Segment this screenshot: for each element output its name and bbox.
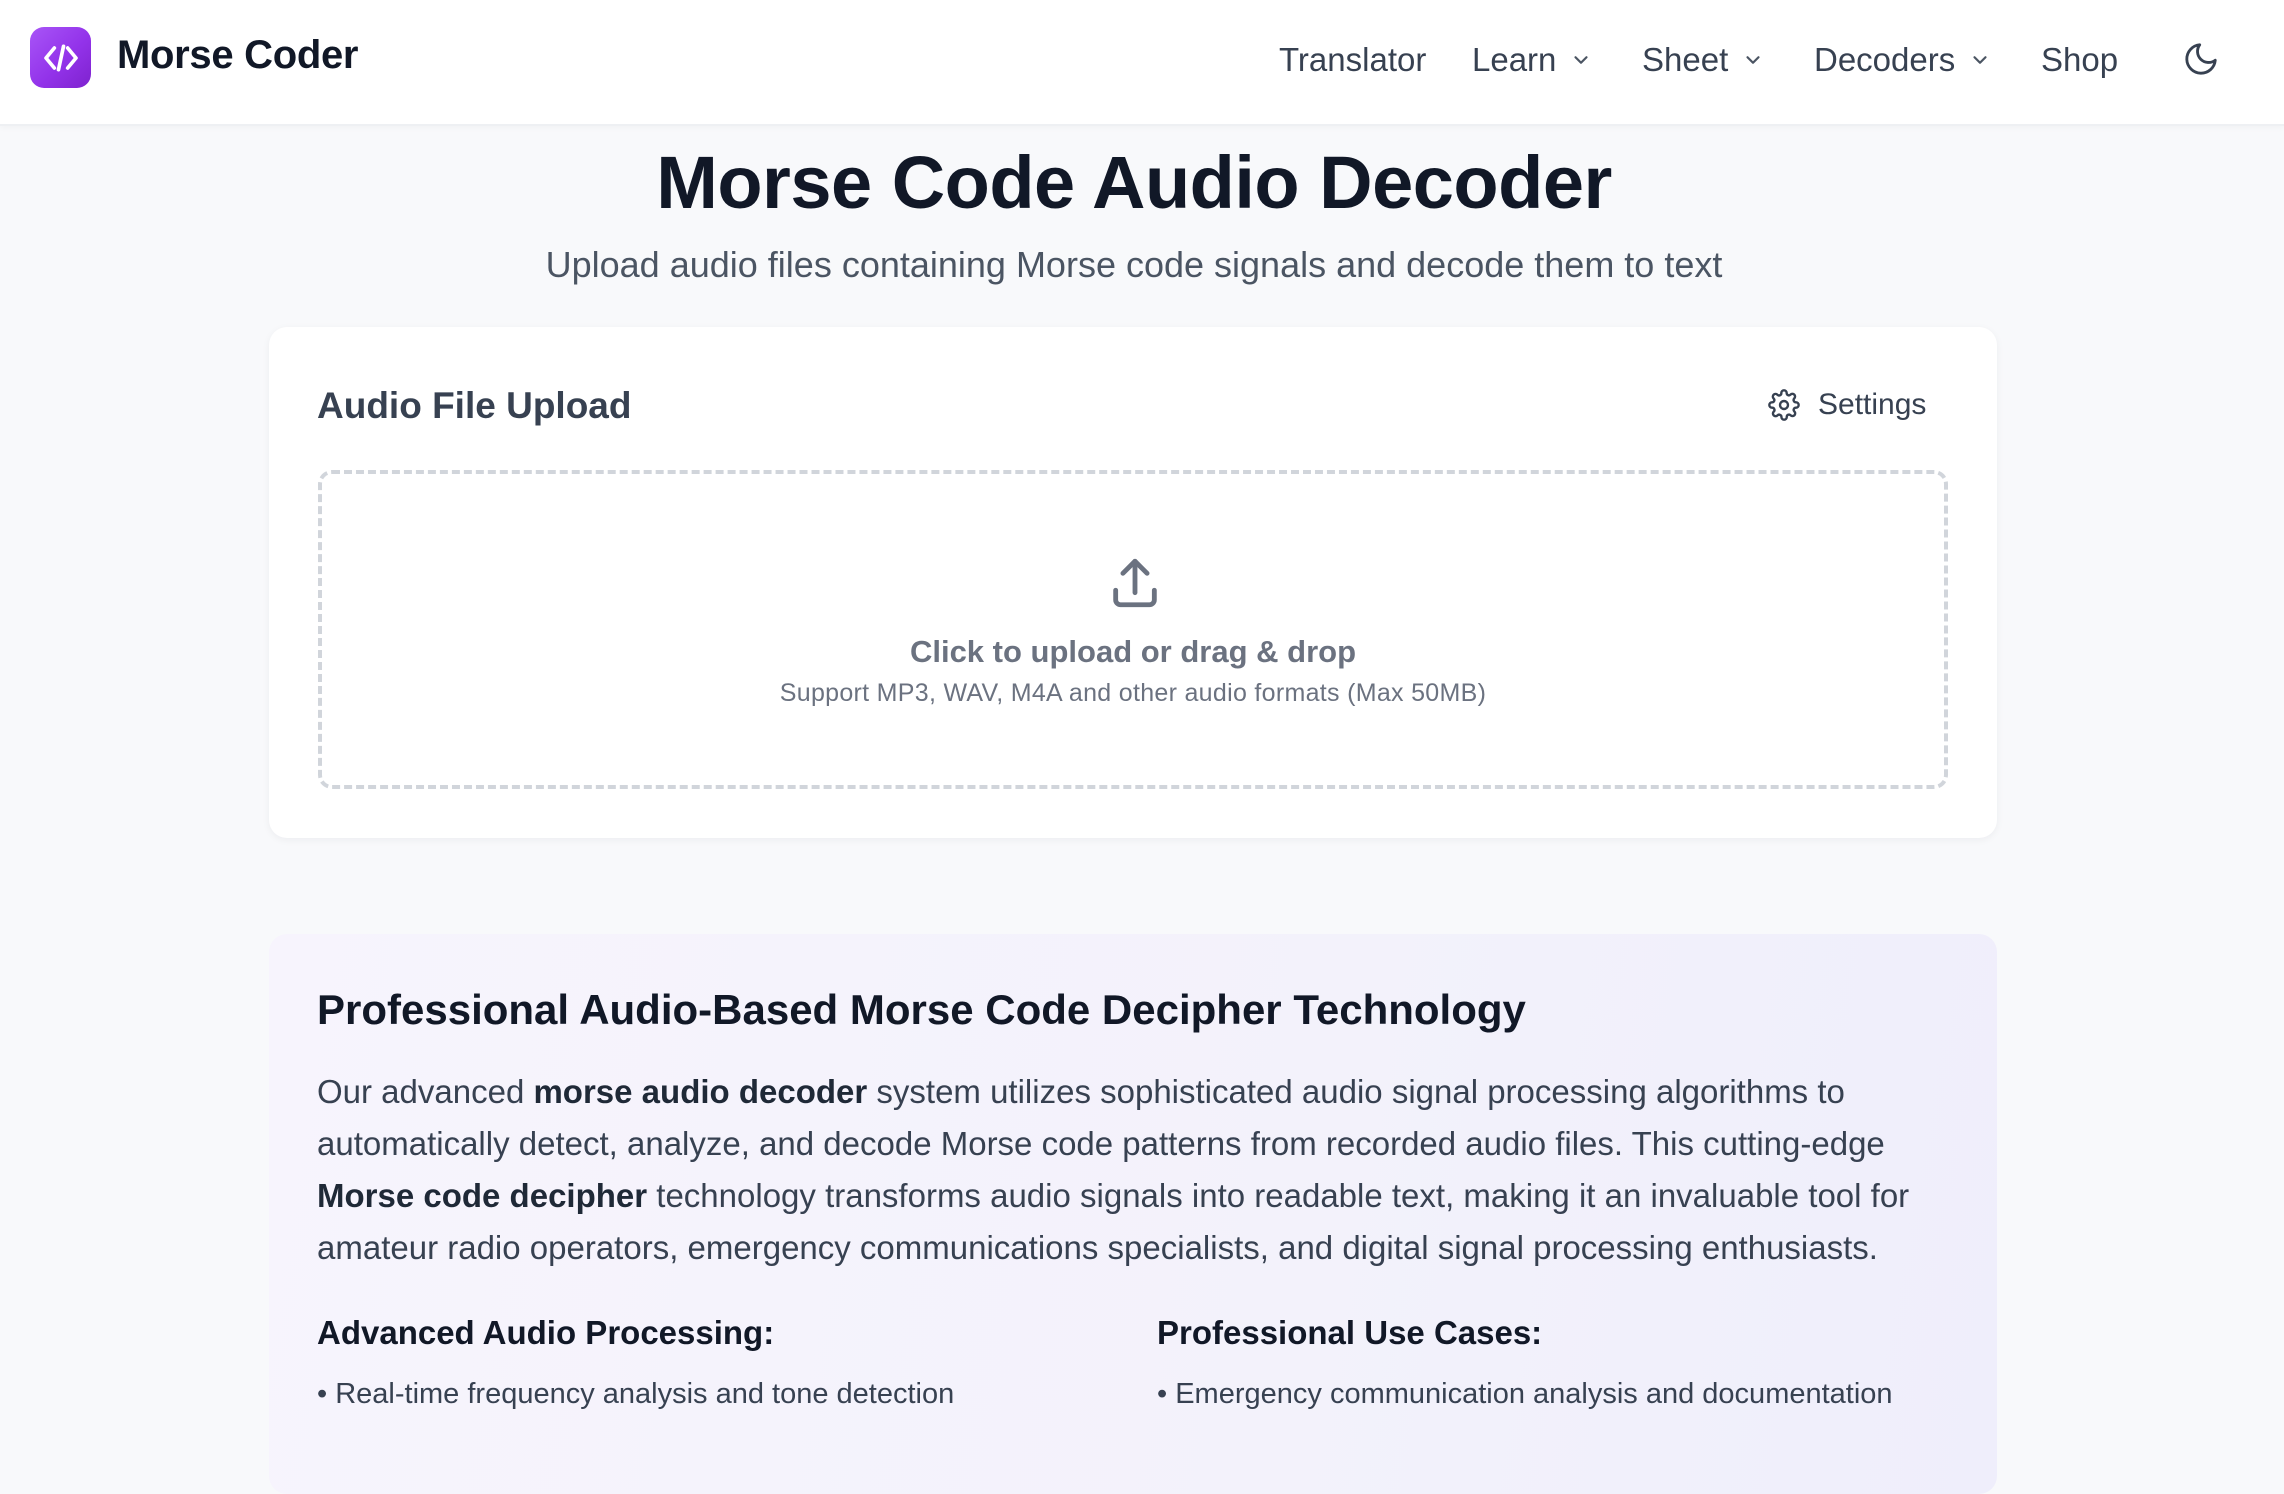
list-item: • Emergency communication analysis and d… bbox=[1157, 1378, 1893, 1410]
nav-shop[interactable]: Shop bbox=[2041, 37, 2118, 83]
list-item-text: Emergency communication analysis and doc… bbox=[1175, 1378, 1893, 1410]
chevron-down-icon bbox=[1570, 49, 1592, 71]
nav-label: Learn bbox=[1472, 41, 1557, 78]
upload-card-title: Audio File Upload bbox=[317, 385, 632, 426]
chevron-down-icon bbox=[1969, 49, 1991, 71]
moon-icon bbox=[2185, 43, 2217, 75]
code-brackets-icon bbox=[43, 44, 78, 71]
info-bold-term: Morse code decipher bbox=[317, 1177, 648, 1214]
info-paragraph: Our advanced morse audio decoder system … bbox=[317, 1066, 1957, 1274]
chevron-down-icon bbox=[1742, 49, 1764, 71]
dropzone-secondary-text: Support MP3, WAV, M4A and other audio fo… bbox=[779, 679, 1487, 707]
col-heading-use-cases: Professional Use Cases: bbox=[1157, 1314, 1543, 1351]
settings-label: Settings bbox=[1818, 388, 1927, 421]
nav-label: Shop bbox=[2041, 41, 2119, 78]
settings-button[interactable]: Settings bbox=[1768, 383, 1926, 427]
upload-icon bbox=[1113, 558, 1157, 608]
col-heading-audio-processing: Advanced Audio Processing: bbox=[317, 1314, 775, 1351]
gear-icon bbox=[1768, 389, 1800, 421]
info-title: Professional Audio-Based Morse Code Deci… bbox=[317, 986, 1526, 1033]
nav-label: Translator bbox=[1279, 41, 1427, 78]
logo[interactable] bbox=[30, 27, 91, 88]
top-navbar: Morse Coder Translator Learn Sheet Decod… bbox=[0, 0, 2284, 126]
page-subtitle: Upload audio files containing Morse code… bbox=[545, 244, 1723, 285]
list-item-text: Real-time frequency analysis and tone de… bbox=[335, 1378, 955, 1410]
list-item: • Real-time frequency analysis and tone … bbox=[317, 1378, 955, 1410]
upload-card: Audio File Upload Settings Click to uplo… bbox=[269, 327, 1997, 838]
info-text: Our advanced bbox=[317, 1073, 534, 1110]
nav-label: Sheet bbox=[1642, 41, 1729, 78]
nav-label: Decoders bbox=[1814, 41, 1956, 78]
info-section: Professional Audio-Based Morse Code Deci… bbox=[269, 934, 1997, 1494]
dropzone-primary-text: Click to upload or drag & drop bbox=[909, 634, 1357, 669]
nav-translator[interactable]: Translator bbox=[1279, 37, 1426, 83]
page-title: Morse Code Audio Decoder bbox=[656, 141, 1612, 224]
theme-toggle-button[interactable] bbox=[2180, 38, 2222, 80]
nav-sheet[interactable]: Sheet bbox=[1642, 37, 1764, 83]
brand-name[interactable]: Morse Coder bbox=[117, 33, 359, 78]
file-dropzone[interactable]: Click to upload or drag & drop Support M… bbox=[318, 470, 1948, 789]
nav-learn[interactable]: Learn bbox=[1472, 37, 1592, 83]
info-bold-term: morse audio decoder bbox=[533, 1073, 868, 1110]
nav-decoders[interactable]: Decoders bbox=[1814, 37, 1991, 83]
